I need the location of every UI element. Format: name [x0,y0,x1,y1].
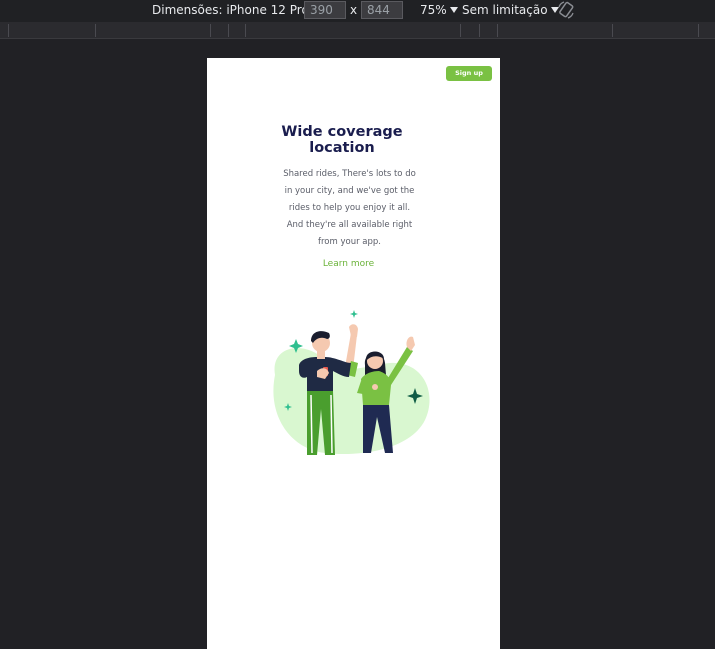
rotate-icon[interactable] [556,0,576,20]
learn-more-link[interactable]: Learn more [207,259,490,269]
media-query-marker[interactable] [612,24,613,37]
throttle-label: Sem limitação [462,3,548,17]
description-line: And they're all available right [286,220,413,230]
throttle-dropdown[interactable]: Sem limitação [462,3,559,17]
media-query-marker[interactable] [8,24,9,37]
media-query-marker[interactable] [95,24,96,37]
devtools-toolbar: Dimensões: iPhone 12 Pro 390 x 844 75% S… [0,0,715,22]
zoom-dropdown[interactable]: 75% [420,3,458,17]
description-line: Shared rides, There's lots to do [283,169,416,179]
media-query-marker[interactable] [698,24,699,37]
people-waving-illustration [273,310,430,455]
device-viewport: Sign up Wide coverage location Shared ri… [207,58,500,649]
description-line: rides to help you enjoy it all. [288,203,411,213]
page-title: Wide coverage location [207,124,477,156]
media-query-marker[interactable] [460,24,461,37]
height-input[interactable]: 844 [361,1,403,19]
title-line: location [309,140,375,156]
dimension-separator: x [350,3,358,17]
sparkle-icon [350,310,358,318]
chevron-down-icon [449,7,458,13]
zoom-label: 75% [420,3,447,17]
title-line: Wide coverage [281,124,403,140]
media-query-marker[interactable] [479,24,480,37]
description: Shared rides, There's lots to do in your… [207,166,492,251]
description-line: from your app. [318,237,381,247]
width-input[interactable]: 390 [304,1,346,19]
device-dropdown[interactable]: Dimensões: iPhone 12 Pro [152,3,320,17]
media-query-marker[interactable] [228,24,229,37]
media-query-marker[interactable] [245,24,246,37]
media-query-marker[interactable] [210,24,211,37]
description-line: in your city, and we've got the [284,186,415,196]
media-query-marker[interactable] [497,24,498,37]
media-query-bar [0,22,715,39]
device-label: Dimensões: iPhone 12 Pro [152,3,309,17]
signup-button[interactable]: Sign up [446,66,492,81]
